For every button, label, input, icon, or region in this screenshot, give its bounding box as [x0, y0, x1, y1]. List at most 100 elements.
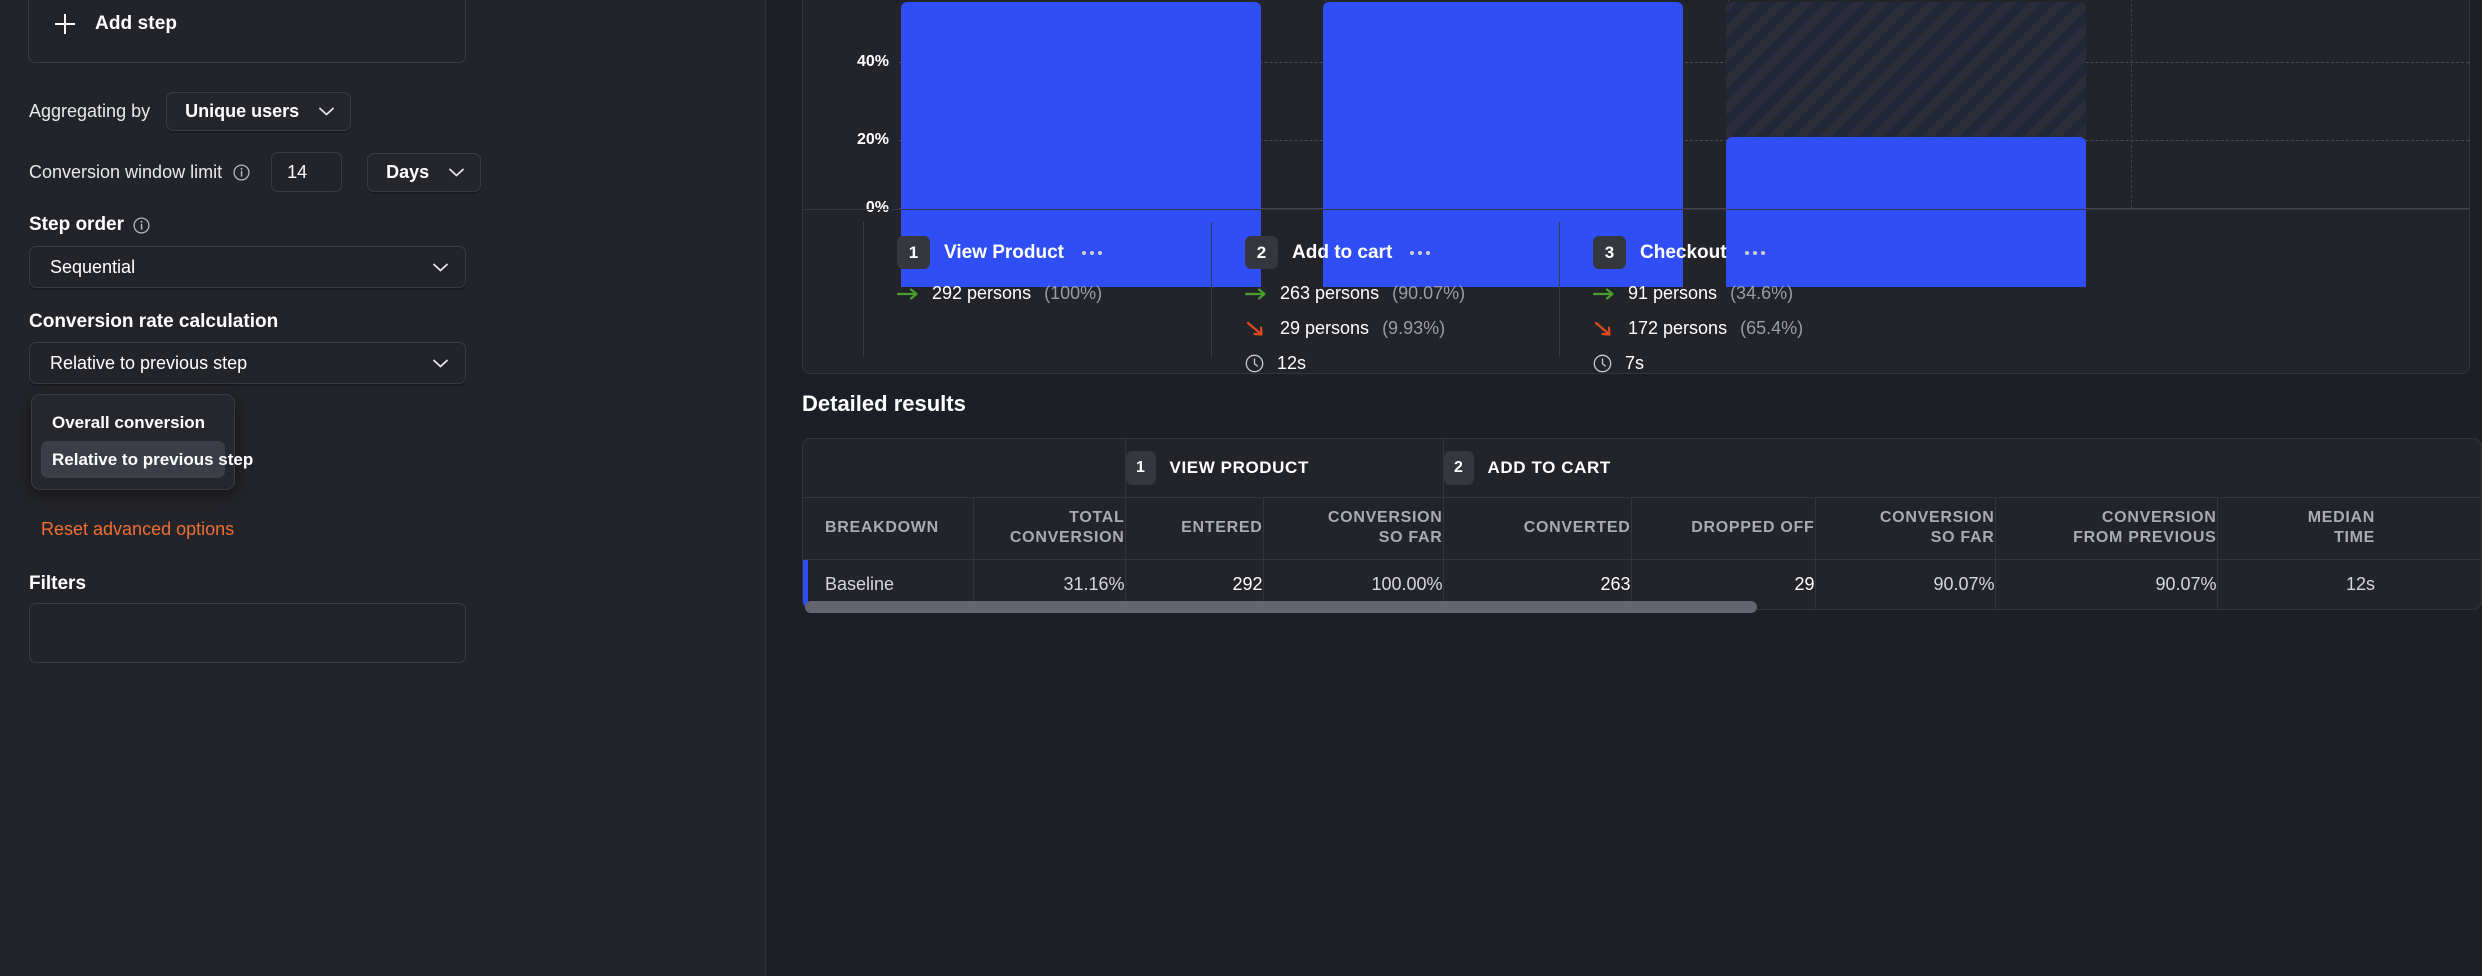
- column-header-converted[interactable]: CONVERTED: [1443, 497, 1632, 560]
- step-order-heading-text: Step order: [29, 214, 125, 235]
- step-name: Checkout: [1640, 241, 1727, 263]
- add-step-button[interactable]: Add step: [28, 0, 466, 63]
- column-header-total-conversion[interactable]: TOTAL CONVERSION: [973, 497, 1126, 560]
- y-tick-label: 20%: [856, 131, 889, 148]
- table-group-header-row: 1 VIEW PRODUCT 2 ADD TO CART: [803, 439, 2481, 498]
- conversion-rate-dropdown-menu: Overall conversion Relative to previous …: [31, 394, 253, 490]
- column-header-conversion-so-far[interactable]: CONVERSION SO FAR: [1263, 497, 1444, 560]
- group-header-add-to-cart: 2 ADD TO CART: [1443, 439, 2481, 498]
- step-dropped-percent: (9.93%): [1382, 318, 1446, 338]
- column-header-entered[interactable]: ENTERED: [1125, 497, 1264, 560]
- scrollbar-thumb[interactable]: [805, 601, 1757, 613]
- group-header-label: VIEW PRODUCT: [1169, 457, 1309, 477]
- header-line-2: SO FAR: [1378, 529, 1443, 546]
- header-line-1: MEDIAN: [2307, 509, 2375, 526]
- filters-heading: Filters: [29, 573, 86, 595]
- aggregating-by-row: Aggregating by Unique users: [29, 92, 352, 131]
- cell-breakdown-value: Baseline: [825, 573, 895, 594]
- step-title-line: 2 Add to cart: [1245, 236, 1559, 269]
- group-header-empty: [803, 439, 1126, 498]
- conversion-window-input[interactable]: 14: [271, 152, 343, 192]
- filters-heading-text: Filters: [29, 573, 87, 594]
- step-dropped-metric: 172 persons (65.4%): [1593, 318, 1907, 339]
- step-converted-metric: 263 persons (90.07%): [1244, 283, 1559, 304]
- chevron-down-icon: [433, 359, 448, 368]
- detailed-results-table: 1 VIEW PRODUCT 2 ADD TO CART BREAKDOWN T…: [802, 438, 2482, 610]
- header-line-2: TIME: [2333, 529, 2375, 546]
- more-options-icon[interactable]: [1744, 250, 1765, 255]
- table-horizontal-scrollbar[interactable]: [802, 600, 2482, 614]
- filters-dropzone[interactable]: [29, 603, 466, 663]
- clock-icon: [1593, 354, 1612, 373]
- dropdown-option-label: Relative to previous step: [52, 449, 254, 469]
- dropdown-option-label: Overall conversion: [52, 412, 206, 432]
- step-number-badge: 2: [1443, 450, 1474, 485]
- vertical-gridline: [2131, 0, 2132, 208]
- more-options-icon[interactable]: [1410, 250, 1431, 255]
- step-dropped-value: 172 persons: [1628, 318, 1728, 338]
- table-column-header-row: BREAKDOWN TOTAL CONVERSION ENTERED CONVE…: [803, 497, 2481, 560]
- step-median-time-value: 7s: [1625, 353, 1645, 373]
- step-number-badge: 1: [1125, 450, 1156, 485]
- arrow-right-icon: [1592, 286, 1615, 302]
- header-line-2: FROM PREVIOUS: [2073, 529, 2217, 546]
- step-number-badge: 1: [897, 236, 930, 269]
- funnel-step-summary-row: 1 View Product 292 persons (100%) 2 Add …: [803, 209, 2469, 375]
- step-number-badge: 2: [1245, 236, 1278, 269]
- conversion-window-unit-select[interactable]: Days: [367, 152, 482, 192]
- step-converted-percent: (90.07%): [1392, 283, 1466, 303]
- chevron-down-icon: [433, 263, 448, 272]
- info-icon[interactable]: [233, 163, 250, 181]
- group-header-view-product: 1 VIEW PRODUCT: [1125, 439, 1444, 498]
- conversion-window-unit-value: Days: [386, 161, 430, 182]
- chevron-down-icon: [449, 168, 465, 177]
- column-header-conversion-so-far-2[interactable]: CONVERSION SO FAR: [1815, 497, 1996, 560]
- aggregating-by-value: Unique users: [185, 101, 300, 121]
- funnel-step-checkout: 3 Checkout 91 persons (34.6%) 172 person…: [1559, 210, 1907, 375]
- step-number-badge: 3: [1593, 236, 1626, 269]
- column-header-median-time[interactable]: MEDIAN TIME: [2217, 497, 2375, 560]
- bar-dropped-off-segment: [1726, 2, 2086, 137]
- step-median-time-metric: 7s: [1593, 353, 1907, 374]
- column-header-conversion-from-previous[interactable]: CONVERSION FROM PREVIOUS: [1995, 497, 2218, 560]
- header-line-1: CONVERSION: [1327, 509, 1443, 526]
- clock-icon: [1245, 354, 1264, 373]
- info-icon[interactable]: [133, 216, 150, 234]
- step-order-value: Sequential: [50, 256, 136, 277]
- reset-advanced-options-link[interactable]: Reset advanced options: [41, 519, 234, 540]
- step-converted-value: 292 persons: [932, 283, 1032, 303]
- step-converted-metric: 292 persons (100%): [896, 283, 1211, 304]
- conversion-rate-select[interactable]: Relative to previous step: [29, 342, 466, 384]
- conversion-rate-heading-text: Conversion rate calculation: [29, 311, 279, 332]
- dropdown-option-overall-conversion[interactable]: Overall conversion: [41, 404, 225, 441]
- step-dropped-value: 29 persons: [1280, 318, 1370, 338]
- header-line-1: CONVERSION: [2101, 509, 2217, 526]
- column-header-overflow: [2375, 497, 2481, 560]
- column-header-dropped-off[interactable]: DROPPED OFF: [1631, 497, 1816, 560]
- step-order-heading: Step order: [29, 214, 150, 236]
- header-line-2: SO FAR: [1930, 529, 1995, 546]
- step-converted-metric: 91 persons (34.6%): [1592, 283, 1907, 304]
- conversion-window-row: Conversion window limit 14 Days: [29, 152, 482, 192]
- more-options-icon[interactable]: [1082, 250, 1103, 255]
- arrow-right-icon: [896, 286, 919, 302]
- funnel-step-add-to-cart: 2 Add to cart 263 persons (90.07%) 29 pe…: [1211, 210, 1559, 375]
- plus-icon: [55, 13, 75, 34]
- config-panel: Add step Aggregating by Unique users Con…: [0, 0, 766, 976]
- column-header-breakdown[interactable]: BREAKDOWN: [803, 497, 974, 560]
- step-converted-value: 263 persons: [1280, 283, 1380, 303]
- arrow-down-right-icon: [1593, 321, 1615, 337]
- step-name: View Product: [944, 241, 1065, 263]
- step-converted-percent: (100%): [1044, 283, 1103, 303]
- header-line-1: CONVERSION: [1879, 509, 1995, 526]
- step-dropped-percent: (65.4%): [1740, 318, 1804, 338]
- aggregating-by-select[interactable]: Unique users: [166, 92, 352, 131]
- step-order-select[interactable]: Sequential: [29, 246, 466, 288]
- aggregating-by-label: Aggregating by: [29, 101, 151, 121]
- step-converted-value: 91 persons: [1628, 283, 1718, 303]
- dropdown-option-relative-to-previous-step[interactable]: Relative to previous step: [41, 441, 253, 478]
- group-header-label: ADD TO CART: [1487, 457, 1611, 477]
- conversion-rate-value: Relative to previous step: [50, 352, 248, 373]
- header-line-1: TOTAL: [1069, 509, 1125, 526]
- add-step-label: Add step: [95, 12, 178, 34]
